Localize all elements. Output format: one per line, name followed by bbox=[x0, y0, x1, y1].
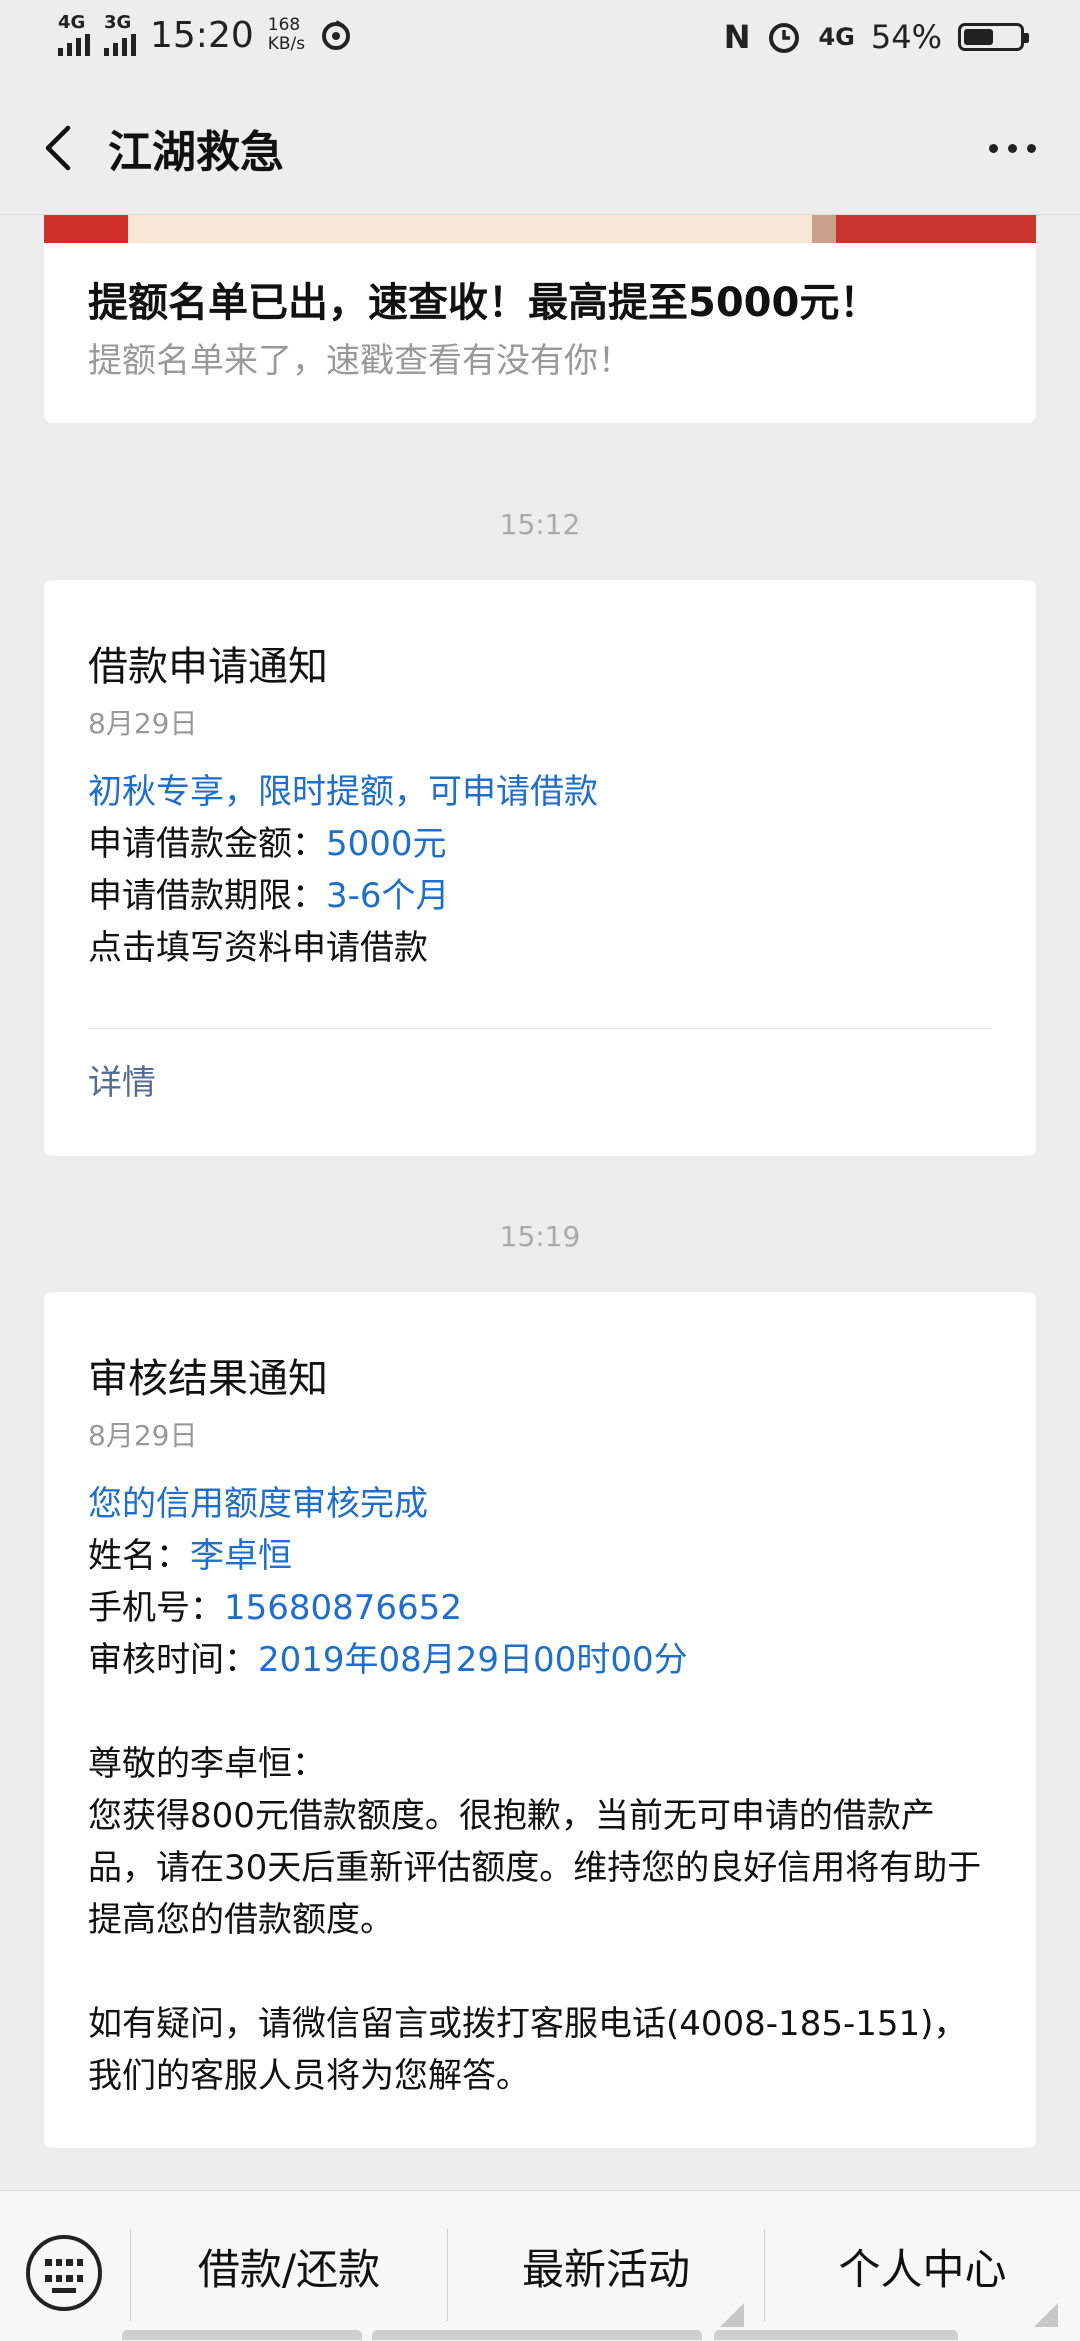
review-time-value: 2019年08月29日00时00分 bbox=[258, 1640, 688, 1680]
network-speed-value: 168 bbox=[267, 15, 301, 35]
signal-strength-icon-2: 3G bbox=[104, 14, 136, 56]
page-title: 江湖救急 bbox=[108, 127, 284, 178]
network-speed: 168 KB/s bbox=[268, 16, 305, 54]
review-time-label: 审核时间： bbox=[88, 1640, 258, 1680]
nav-bar-segment-3 bbox=[714, 2330, 958, 2340]
promo-subtitle: 提额名单来了，速戳查看有没有你！ bbox=[88, 341, 632, 381]
status-bar: 4G 3G 15:20 168 KB/s N 4G 54% bbox=[0, 0, 1080, 80]
nav-bar-segment bbox=[122, 2330, 362, 2340]
menu-personal-center[interactable]: 个人中心 bbox=[765, 2191, 1080, 2341]
submenu-indicator-icon bbox=[720, 2303, 744, 2327]
term-row: 申请借款期限：3-6个月 bbox=[88, 870, 992, 922]
name-label: 姓名： bbox=[88, 1536, 190, 1576]
message-title: 借款申请通知 bbox=[88, 644, 328, 690]
message-body: 尊敬的李卓恒： 您获得800元借款额度。很抱歉，当前无可申请的借款产品，请在30… bbox=[88, 1738, 992, 1946]
submenu-indicator-icon-2 bbox=[1034, 2303, 1058, 2327]
alarm-icon bbox=[769, 23, 800, 53]
amount-row: 申请借款金额：5000元 bbox=[88, 818, 992, 870]
amount-label: 申请借款金额： bbox=[88, 824, 326, 864]
nav-bar-segment-2 bbox=[372, 2330, 702, 2340]
battery-percent: 54% bbox=[870, 18, 942, 56]
menu-loan-repay[interactable]: 借款/还款 bbox=[131, 2191, 447, 2341]
mobile-data-icon: 4G bbox=[818, 23, 855, 51]
title-bar: 江湖救急 bbox=[0, 80, 1080, 215]
term-label: 申请借款期限： bbox=[88, 876, 326, 916]
phone-label: 手机号： bbox=[88, 1588, 224, 1628]
message-timestamp: 15:12 bbox=[499, 508, 581, 541]
nfc-icon: N bbox=[723, 18, 751, 56]
phone-value: 15680876652 bbox=[224, 1588, 462, 1628]
message-timestamp-2: 15:19 bbox=[499, 1220, 581, 1253]
promo-title: 提额名单已出，速查收！最高提至5000元！ bbox=[88, 280, 880, 326]
message-date-2: 8月29日 bbox=[88, 1419, 198, 1452]
loan-application-card[interactable]: 借款申请通知 8月29日 初秋专享，限时提额，可申请借款 申请借款金额：5000… bbox=[44, 580, 1036, 1156]
network-type-label-2: 3G bbox=[104, 12, 132, 33]
amount-value: 5000元 bbox=[326, 824, 447, 864]
name-row: 姓名：李卓恒 bbox=[88, 1530, 992, 1582]
review-time-row: 审核时间：2019年08月29日00时00分 bbox=[88, 1634, 992, 1686]
network-speed-unit: KB/s bbox=[267, 34, 306, 54]
phone-row: 手机号：15680876652 bbox=[88, 1582, 992, 1634]
name-value: 李卓恒 bbox=[190, 1536, 292, 1576]
promo-banner-image bbox=[44, 215, 1036, 243]
body-paragraph-1: 您获得800元借款额度。很抱歉，当前无可申请的借款产品，请在30天后重新评估额度… bbox=[88, 1796, 982, 1940]
detail-link[interactable]: 详情 bbox=[88, 1029, 992, 1104]
battery-fill bbox=[964, 29, 993, 45]
bottom-menu: 借款/还款 最新活动 个人中心 bbox=[0, 2190, 1080, 2341]
battery-icon bbox=[958, 23, 1029, 51]
contact-paragraph: 如有疑问，请微信留言或拨打客服电话(4008-185-151)，我们的客服人员将… bbox=[88, 2004, 968, 2096]
menu-latest-activity[interactable]: 最新活动 bbox=[448, 2191, 764, 2341]
message-highlight: 初秋专享，限时提额，可申请借款 bbox=[88, 772, 598, 812]
message-date: 8月29日 bbox=[88, 707, 198, 740]
more-options-icon[interactable] bbox=[989, 144, 1036, 153]
app-notification-icon bbox=[322, 20, 351, 50]
signal-strength-icon: 4G bbox=[58, 14, 90, 56]
back-arrow-icon[interactable] bbox=[38, 124, 78, 172]
promo-card[interactable]: 提额名单已出，速查收！最高提至5000元！ 提额名单来了，速戳查看有没有你！ bbox=[44, 215, 1036, 423]
message-highlight-2: 您的信用额度审核完成 bbox=[88, 1484, 428, 1524]
network-type-label: 4G bbox=[58, 12, 86, 33]
message-title-2: 审核结果通知 bbox=[88, 1356, 328, 1402]
term-value: 3-6个月 bbox=[326, 876, 450, 916]
review-result-card[interactable]: 审核结果通知 8月29日 您的信用额度审核完成 姓名：李卓恒 手机号：15680… bbox=[44, 1292, 1036, 2148]
keyboard-icon[interactable] bbox=[26, 2235, 102, 2311]
greeting: 尊敬的李卓恒： bbox=[88, 1744, 326, 1784]
clock: 15:20 bbox=[150, 14, 254, 56]
action-text: 点击填写资料申请借款 bbox=[88, 928, 428, 968]
